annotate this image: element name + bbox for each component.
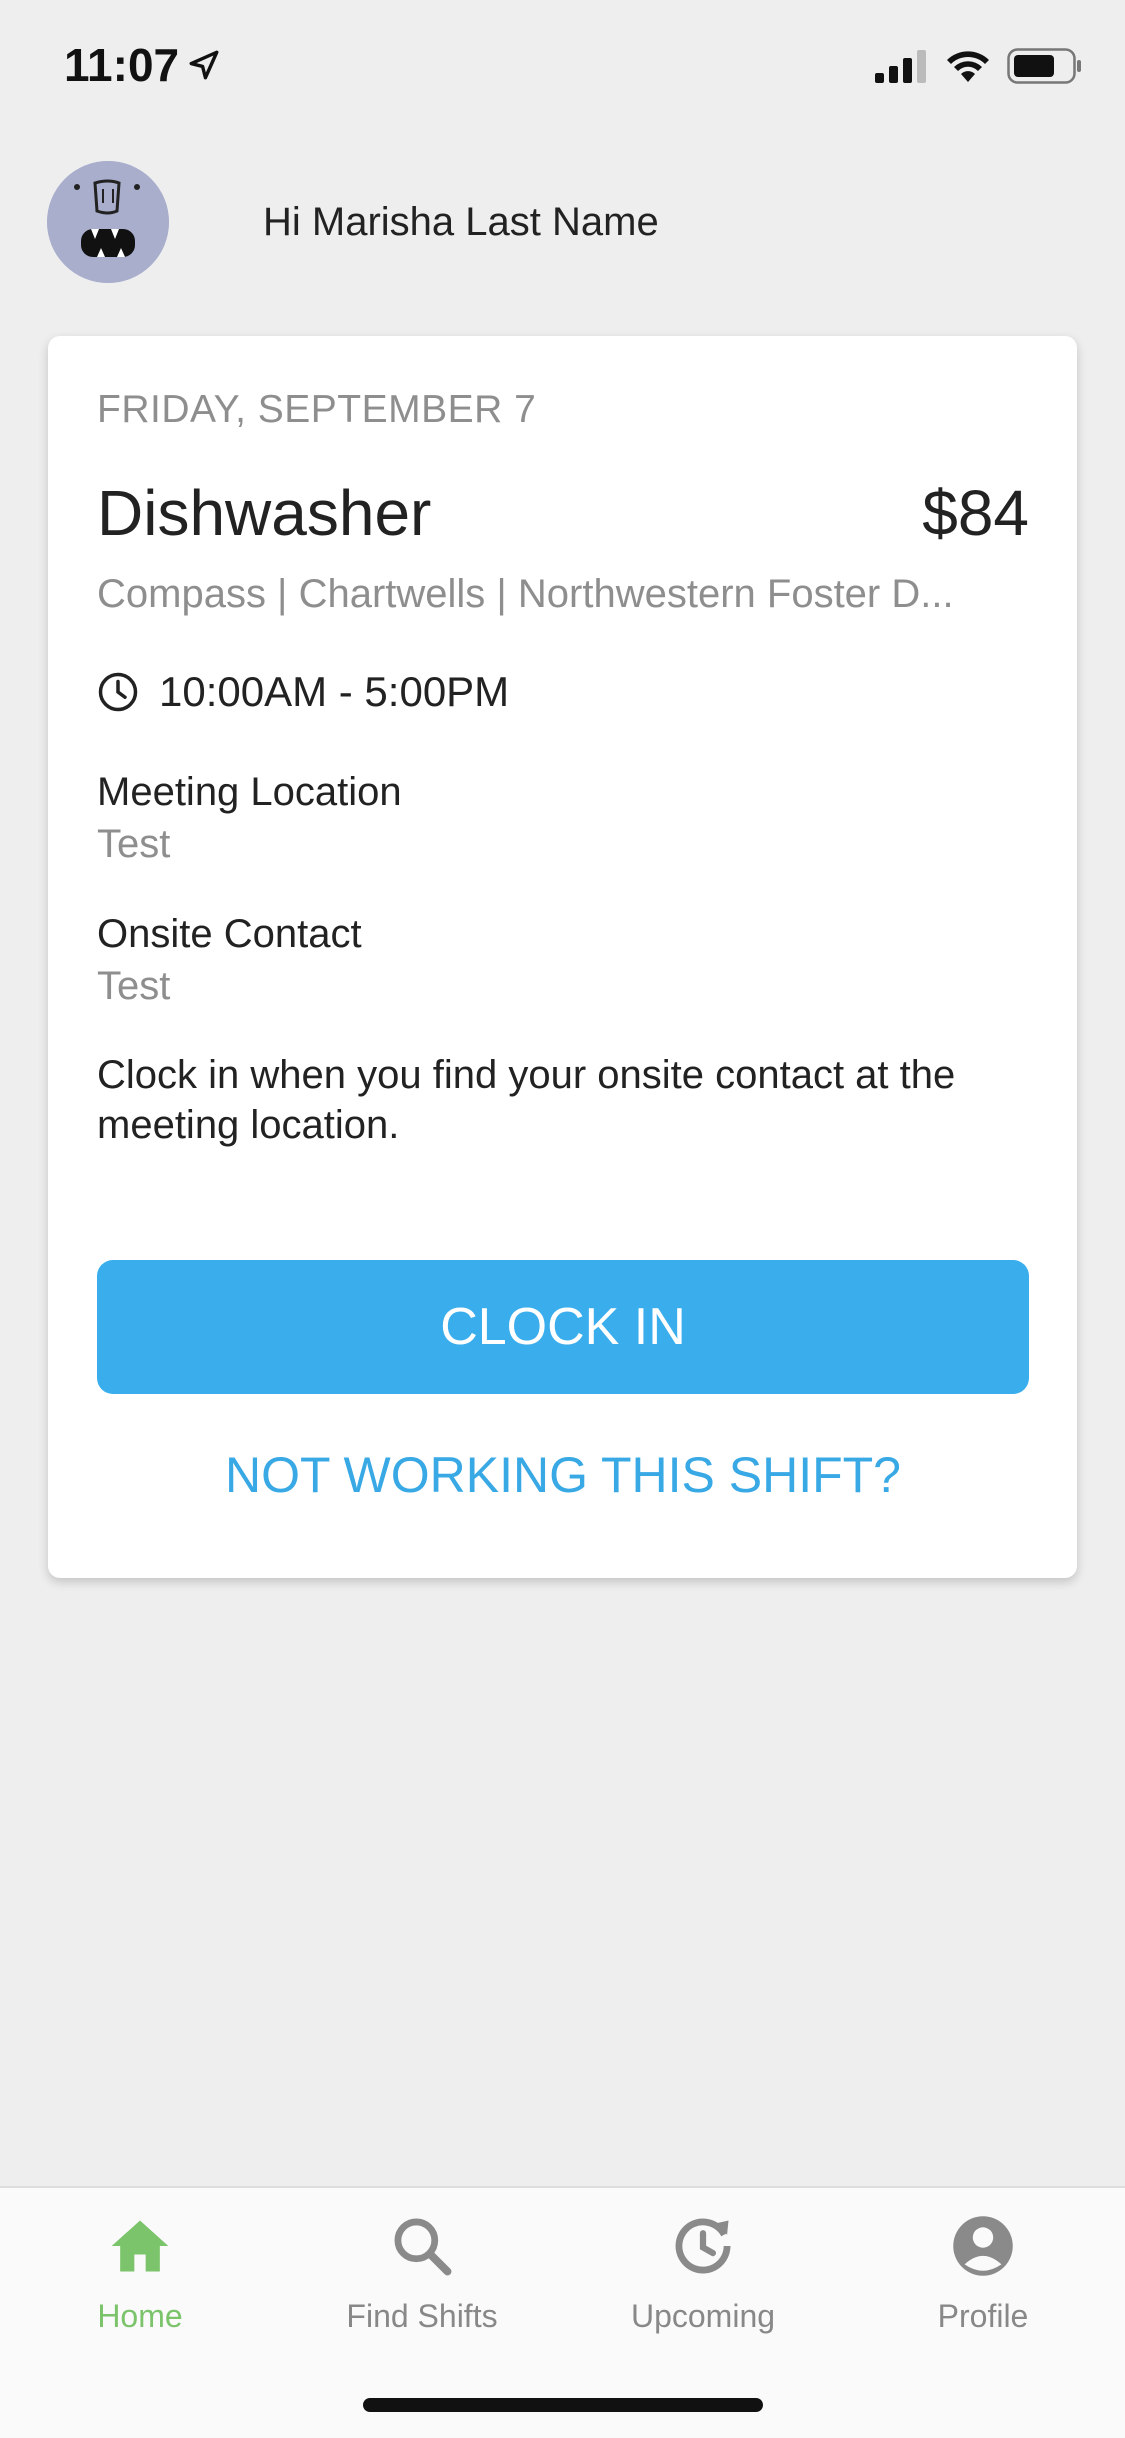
onsite-contact-value: Test [97,964,171,1008]
status-bar: 11:07 [0,0,1125,132]
home-icon [111,2220,169,2272]
shift-time: 10:00AM - 5:00PM [97,668,509,716]
shift-title-row: Dishwasher $84 [97,476,1029,550]
shift-date: FRIDAY, SEPTEMBER 7 [97,388,537,431]
cellular-signal-icon [875,50,926,83]
shift-title: Dishwasher [97,477,432,549]
location-arrow-icon [189,50,219,80]
tab-find-shifts[interactable]: Find Shifts [312,2212,532,2335]
tab-profile-label: Profile [937,2298,1029,2334]
greeting-text: Hi Marisha Last Name [263,199,659,244]
avatar[interactable] [47,161,169,283]
clock-in-instructions: Clock in when you find your onsite conta… [97,1053,956,1147]
tab-home-label: Home [97,2298,183,2334]
profile-icon [953,2216,1013,2276]
clock-icon [98,672,138,712]
shift-pay: $84 [922,477,1029,549]
shift-card: FRIDAY, SEPTEMBER 7 Dishwasher $84 Compa… [48,336,1077,1578]
tab-profile[interactable]: Profile [873,2212,1093,2335]
battery-icon [1007,48,1081,84]
greeting-header: Hi Marisha Last Name [47,161,659,283]
tab-find-shifts-label: Find Shifts [346,2298,498,2334]
history-clock-icon [675,2218,731,2274]
tab-upcoming[interactable]: Upcoming [593,2212,813,2335]
shift-time-range: 10:00AM - 5:00PM [159,668,510,715]
status-time-text: 11:07 [64,39,180,91]
clock-in-button[interactable]: CLOCK IN [97,1260,1029,1394]
tab-home[interactable]: Home [30,2212,250,2335]
meeting-location-value: Test [97,822,171,866]
tab-upcoming-label: Upcoming [630,2298,776,2334]
home-indicator [363,2398,763,2412]
wifi-icon [947,51,989,82]
shift-company: Compass | Chartwells | Northwestern Fost… [97,572,954,616]
status-time: 11:07 [64,38,221,92]
not-working-shift-link[interactable]: NOT WORKING THIS SHIFT? [97,1446,1029,1504]
search-icon [394,2218,452,2276]
meeting-location-label: Meeting Location [97,770,402,814]
monster-avatar-icon [47,161,169,283]
status-icons [875,48,1083,84]
onsite-contact-label: Onsite Contact [97,912,362,956]
